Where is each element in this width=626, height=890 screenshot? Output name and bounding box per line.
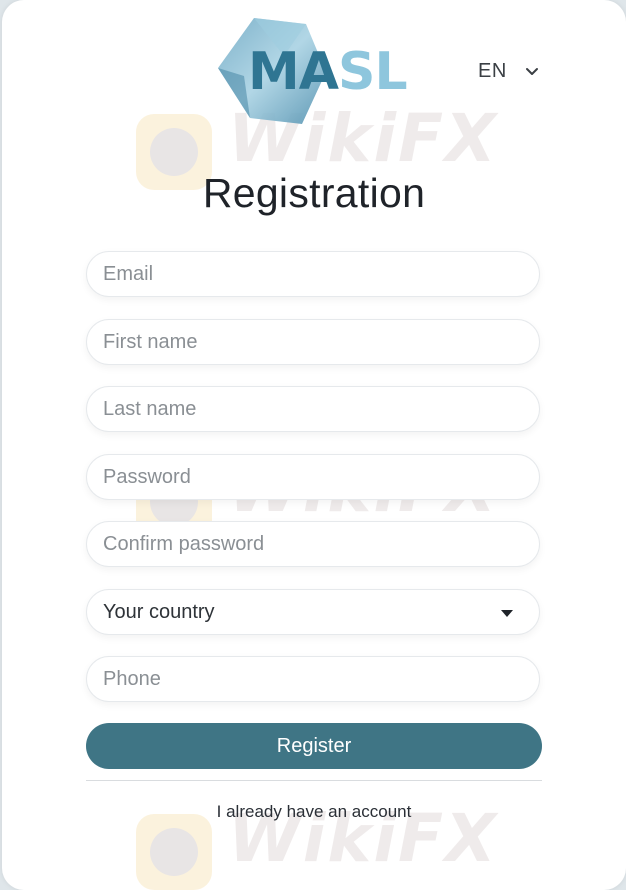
watermark-logo-icon bbox=[136, 814, 212, 890]
confirm-password-input[interactable] bbox=[87, 522, 539, 566]
chevron-down-icon bbox=[525, 67, 538, 75]
logo-text-ma: MA bbox=[248, 42, 339, 102]
divider bbox=[86, 780, 542, 781]
email-field[interactable] bbox=[86, 251, 540, 297]
email-input[interactable] bbox=[87, 252, 539, 296]
phone-input[interactable] bbox=[87, 657, 539, 701]
country-select[interactable]: Your country bbox=[86, 589, 540, 635]
first-name-input[interactable] bbox=[87, 320, 539, 364]
logo-text-sl: SL bbox=[338, 42, 408, 102]
language-code: EN bbox=[478, 60, 507, 82]
last-name-field[interactable] bbox=[86, 386, 540, 432]
page-title: Registration bbox=[202, 170, 426, 216]
password-field[interactable] bbox=[86, 454, 540, 500]
first-name-field[interactable] bbox=[86, 319, 540, 365]
register-button[interactable]: Register bbox=[86, 723, 542, 769]
caret-down-icon bbox=[501, 610, 513, 617]
registration-card: WikiFX WikiFX WikiFX bbox=[2, 0, 626, 890]
confirm-password-field[interactable] bbox=[86, 521, 540, 567]
password-input[interactable] bbox=[87, 455, 539, 499]
login-link[interactable]: I already have an account bbox=[2, 802, 626, 822]
language-selector[interactable]: EN bbox=[478, 60, 539, 83]
phone-field[interactable] bbox=[86, 656, 540, 702]
last-name-input[interactable] bbox=[87, 387, 539, 431]
country-select-value: Your country bbox=[103, 601, 215, 623]
logo-wordmark: MASL bbox=[248, 46, 408, 98]
brand-logo: MASL bbox=[214, 16, 408, 128]
